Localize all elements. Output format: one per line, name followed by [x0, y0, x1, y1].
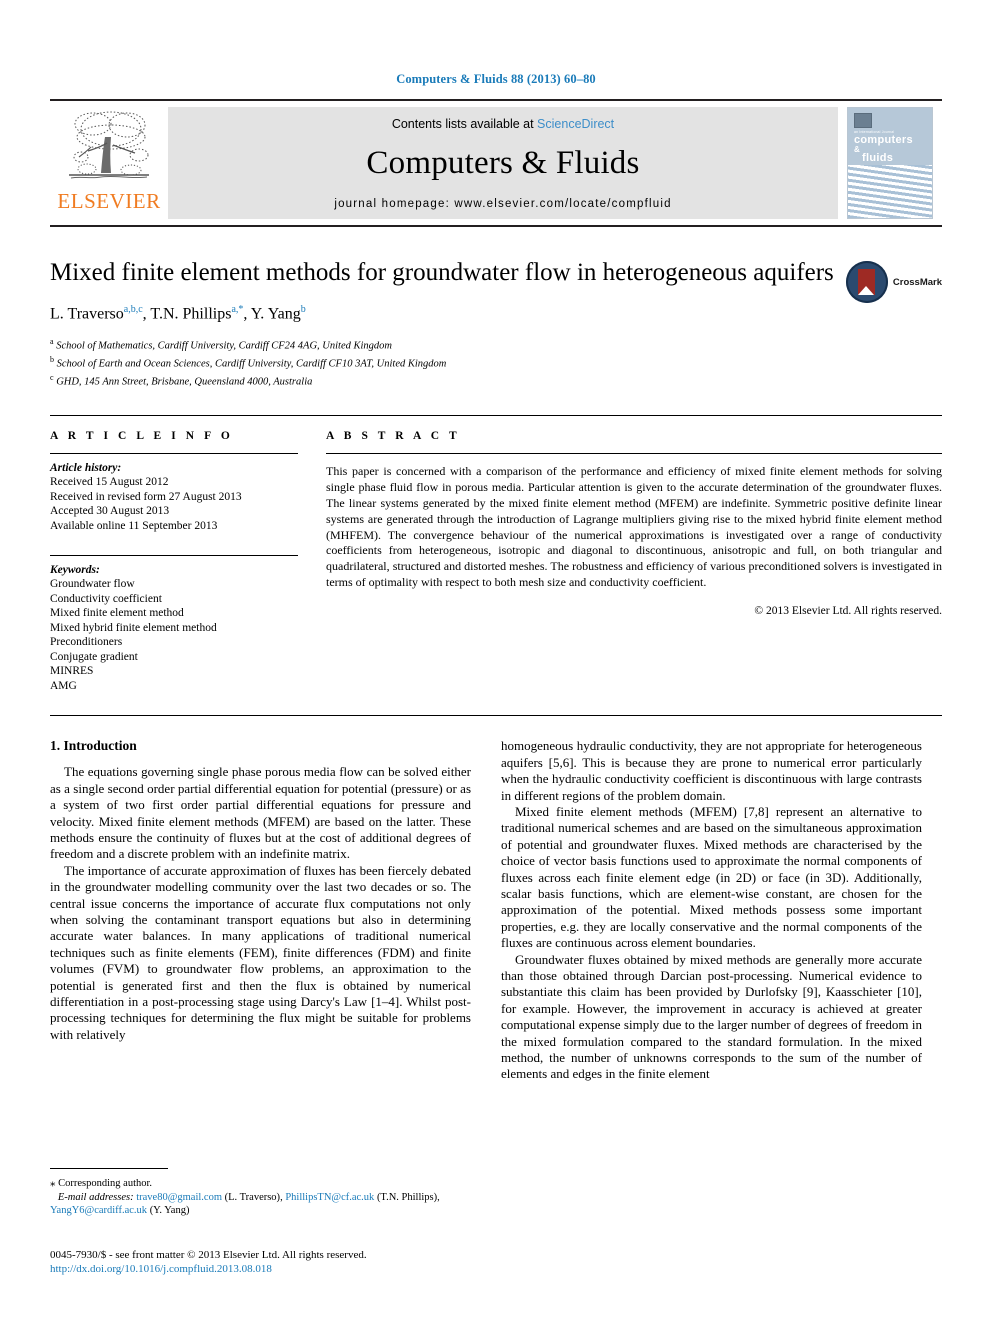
author-name: T.N. Phillips	[150, 305, 232, 323]
journal-title: Computers & Fluids	[366, 144, 640, 181]
contents-prefix: Contents lists available at	[391, 116, 538, 131]
article-history-label: Article history:	[50, 462, 122, 475]
keyword-item: Groundwater flow	[50, 578, 135, 591]
paragraph: Groundwater fluxes obtained by mixed met…	[501, 951, 922, 1082]
affiliation-item: c GHD, 145 Ann Street, Brisbane, Queensl…	[50, 371, 942, 389]
affiliation-list: a School of Mathematics, Cardiff Univers…	[50, 335, 942, 389]
keywords-label: Keywords:	[50, 564, 100, 577]
doi-link[interactable]: http://dx.doi.org/10.1016/j.compfluid.20…	[50, 1262, 550, 1276]
article-history-item: Available online 11 September 2013	[50, 519, 218, 532]
cover-title-line2: fluids	[862, 152, 894, 164]
email-link[interactable]: PhillipsTN@cf.ac.uk	[285, 1192, 374, 1203]
elsevier-logo: ELSEVIER	[50, 101, 168, 225]
footnote-block: ⁎ Corresponding author. E-mail addresses…	[50, 1168, 471, 1218]
paragraph: homogeneous hydraulic conductivity, they…	[501, 738, 922, 803]
asterisk-icon: ⁎	[50, 1177, 56, 1189]
elsevier-wordmark: ELSEVIER	[57, 189, 161, 213]
elsevier-tree-icon	[69, 111, 149, 179]
email-owner: (T.N. Phillips)	[376, 1191, 438, 1203]
author-affiliation-mark: b	[300, 304, 306, 315]
author-name: L. Traverso	[50, 305, 124, 323]
email-label: E-mail addresses:	[57, 1191, 134, 1203]
body-column-right: homogeneous hydraulic conductivity, they…	[501, 738, 922, 1083]
affiliation-text: School of Earth and Ocean Sciences, Card…	[56, 358, 447, 370]
affiliation-item: b School of Earth and Ocean Sciences, Ca…	[50, 353, 942, 371]
keyword-item: MINRES	[50, 665, 94, 678]
paragraph: The importance of accurate approximation…	[50, 862, 471, 1042]
affiliation-text: GHD, 145 Ann Street, Brisbane, Queenslan…	[56, 376, 313, 388]
email-owner: (Y. Yang)	[149, 1205, 190, 1216]
running-head: Computers & Fluids 88 (2013) 60–80	[396, 72, 596, 86]
paragraph: The equations governing single phase por…	[50, 764, 471, 862]
article-info-heading: A R T I C L E I N F O	[50, 430, 234, 443]
corresponding-author-note: ⁎ Corresponding author.	[50, 1177, 471, 1191]
author-affiliation-mark: a,b,c	[123, 304, 143, 315]
divider	[50, 453, 298, 455]
affiliation-mark: a	[50, 337, 54, 347]
section-heading-introduction: 1. Introduction	[50, 738, 137, 754]
divider	[50, 1168, 168, 1169]
author-affiliation-mark: a,*	[231, 304, 244, 315]
copyright-line: © 2013 Elsevier Ltd. All rights reserved…	[754, 604, 942, 617]
sciencedirect-link[interactable]: ScienceDirect	[537, 117, 614, 131]
email-link[interactable]: YangY6@cardiff.ac.uk	[50, 1205, 147, 1216]
author-list: L. Traversoa,b,c, T.N. Phillipsa,*, Y. Y…	[50, 304, 306, 323]
keyword-item: Conjugate gradient	[50, 650, 138, 663]
cover-title-line1: computers	[854, 134, 913, 146]
keyword-item: Conductivity coefficient	[50, 592, 162, 605]
journal-homepage[interactable]: journal homepage: www.elsevier.com/locat…	[334, 198, 671, 210]
cover-logo-square-icon	[854, 113, 872, 128]
divider	[326, 453, 942, 455]
cover-ampersand: &	[854, 145, 860, 154]
contents-available-line: Contents lists available at ScienceDirec…	[392, 117, 614, 131]
title-area: Mixed finite element methods for groundw…	[50, 257, 942, 389]
article-history-item: Accepted 30 August 2013	[50, 505, 170, 518]
keyword-item: Mixed finite element method	[50, 607, 184, 620]
article-info-column: A R T I C L E I N F O Article history: R…	[50, 430, 298, 693]
article-history-item: Received in revised form 27 August 2013	[50, 490, 242, 503]
issn-copyright-line: 0045-7930/$ - see front matter © 2013 El…	[50, 1249, 367, 1261]
page-footer: 0045-7930/$ - see front matter © 2013 El…	[50, 1248, 550, 1276]
body-columns: 1. Introduction The equations governing …	[50, 738, 942, 1083]
abstract-column: A B S T R A C T This paper is concerned …	[326, 430, 942, 693]
abstract-heading: A B S T R A C T	[326, 430, 461, 443]
article-history-item: Received 15 August 2012	[50, 476, 169, 489]
crossmark-circle-icon	[845, 261, 888, 303]
divider	[50, 715, 942, 717]
journal-banner: Contents lists available at ScienceDirec…	[168, 107, 838, 219]
divider	[50, 555, 298, 557]
paragraph: Mixed finite element methods (MFEM) [7,8…	[501, 803, 922, 951]
abstract-text: This paper is concerned with a compariso…	[326, 464, 942, 589]
keyword-item: Preconditioners	[50, 636, 123, 649]
page-title: Mixed finite element methods for groundw…	[50, 259, 834, 286]
corresponding-author-text: Corresponding author.	[58, 1178, 153, 1189]
article-page: Computers & Fluids 88 (2013) 60–80 ELSEV…	[0, 0, 992, 1323]
author-name: Y. Yang	[250, 305, 301, 323]
email-owner: (L. Traverso)	[224, 1191, 281, 1203]
crossmark-label: CrossMark	[892, 276, 942, 288]
email-link[interactable]: trave80@gmail.com	[136, 1192, 222, 1203]
affiliation-mark: c	[50, 373, 54, 383]
journal-cover: an International Journal computers & flu…	[838, 101, 942, 225]
keyword-item: Mixed hybrid finite element method	[50, 621, 217, 634]
affiliation-item: a School of Mathematics, Cardiff Univers…	[50, 335, 942, 353]
info-abstract-block: A R T I C L E I N F O Article history: R…	[50, 415, 942, 693]
keywords-block: Keywords: Groundwater flow Conductivity …	[50, 555, 298, 693]
body-column-left: 1. Introduction The equations governing …	[50, 738, 471, 1083]
journal-masthead: ELSEVIER Contents lists available at Sci…	[50, 99, 942, 227]
keyword-item: AMG	[50, 679, 77, 692]
affiliation-text: School of Mathematics, Cardiff Universit…	[56, 340, 392, 352]
affiliation-mark: b	[50, 355, 54, 365]
email-addresses-note: E-mail addresses: trave80@gmail.com (L. …	[50, 1191, 440, 1217]
journal-cover-thumbnail: an International Journal computers & flu…	[847, 107, 933, 219]
crossmark-badge[interactable]: CrossMark	[845, 261, 942, 303]
crossmark-book-icon	[858, 269, 876, 295]
